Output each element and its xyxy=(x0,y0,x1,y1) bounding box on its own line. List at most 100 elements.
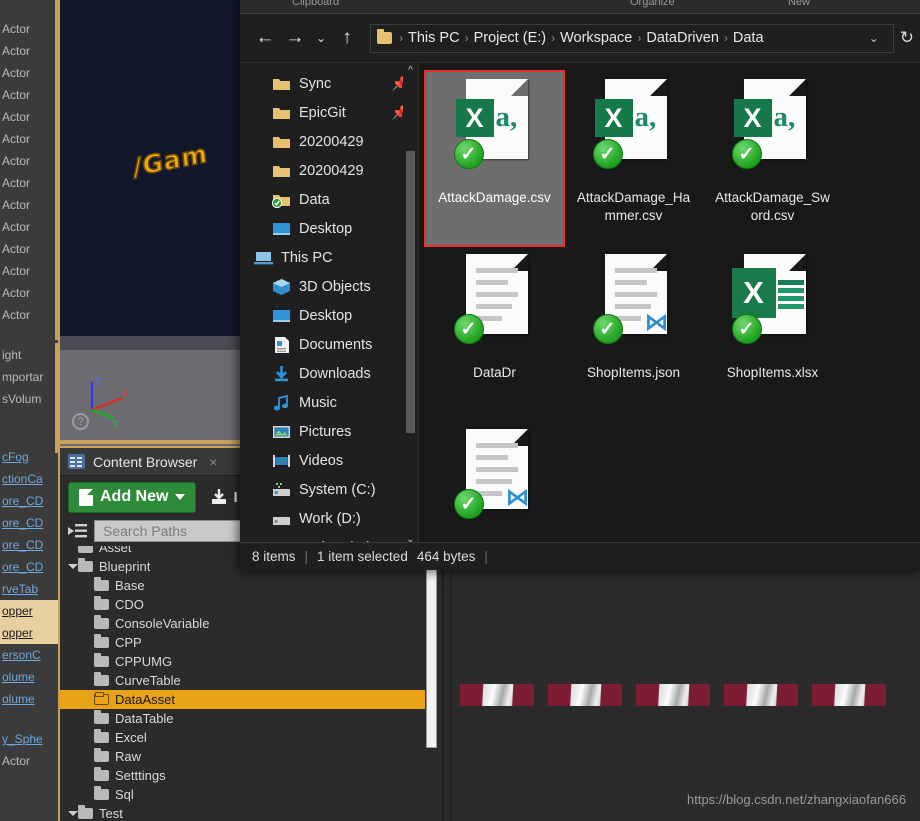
tree-item-sql[interactable]: Sql xyxy=(60,785,425,804)
outliner-row[interactable]: Actor xyxy=(0,172,58,194)
outliner-row[interactable]: y_Sphe xyxy=(0,728,58,750)
nav-pane-item-data[interactable]: Data xyxy=(240,185,418,214)
breadcrumb-item[interactable]: This PC xyxy=(404,30,464,46)
asset-grid[interactable]: DA_Bone DA_Cloth DA_Meat DA_Shop Global Set… xyxy=(460,684,886,706)
tree-item-setttings[interactable]: Setttings xyxy=(60,766,425,785)
expander-icon[interactable] xyxy=(68,564,78,569)
nav-pane-scrollbar-thumb[interactable] xyxy=(406,151,415,433)
nav-pane-item-pictures[interactable]: Pictures xyxy=(240,417,418,446)
outliner-row[interactable]: ore_CD xyxy=(0,490,58,512)
nav-pane-item-work-d[interactable]: Work (D:) xyxy=(240,504,418,533)
scroll-up-icon[interactable]: ^ xyxy=(403,65,418,82)
nav-pane-item-desktop[interactable]: Desktop xyxy=(240,301,418,330)
file-item[interactable]: Xa, ✓ AttackDamage_Sword.csv xyxy=(703,71,842,246)
breadcrumb-item[interactable]: Workspace xyxy=(556,30,636,46)
outliner-row[interactable]: opper xyxy=(0,622,58,644)
outliner-row[interactable]: rveTab xyxy=(0,578,58,600)
file-item[interactable]: X ✓ ShopItems.xlsx xyxy=(703,246,842,421)
tree-item-cppumg[interactable]: CPPUMG xyxy=(60,652,425,671)
breadcrumb[interactable]: › This PC › Project (E:) › Workspace › DataDriv… xyxy=(398,29,768,47)
outliner-row[interactable]: Actor xyxy=(0,128,58,150)
nav-pane-item-epicgit[interactable]: EpicGit 📌 xyxy=(240,98,418,127)
nav-pane-item-sync[interactable]: Sync 📌 xyxy=(240,69,418,98)
tree-item-base[interactable]: Base xyxy=(60,576,425,595)
add-new-button[interactable]: Add New xyxy=(68,481,197,513)
outliner-row[interactable]: cFog xyxy=(0,446,58,468)
outliner-row[interactable]: Actor xyxy=(0,84,58,106)
import-button[interactable]: I xyxy=(210,488,238,506)
nav-pane-item-desktop[interactable]: Desktop xyxy=(240,214,418,243)
asset-thumbnail[interactable] xyxy=(724,684,798,706)
close-icon[interactable]: × xyxy=(209,454,217,470)
tree-scrollbar-thumb[interactable] xyxy=(426,548,437,748)
nav-pane-item-20200429[interactable]: 20200429 xyxy=(240,156,418,185)
nav-pane-item-system-c[interactable]: System (C:) xyxy=(240,475,418,504)
tree-item-curvetable[interactable]: CurveTable xyxy=(60,671,425,690)
back-button[interactable]: ← xyxy=(250,23,280,53)
tree-scrollbar[interactable] xyxy=(424,548,438,763)
file-item[interactable]: ⋈✓StringData.txt xyxy=(425,421,564,553)
forward-button[interactable]: → xyxy=(280,23,310,53)
nav-pane-item-music[interactable]: Music xyxy=(240,388,418,417)
expander-icon[interactable] xyxy=(68,811,78,816)
nav-pane-item-videos[interactable]: Videos xyxy=(240,446,418,475)
outliner-row[interactable]: ore_CD xyxy=(0,512,58,534)
asset-thumbnail[interactable] xyxy=(460,684,534,706)
asset-item[interactable]: DA_Stone xyxy=(812,684,886,706)
level-viewport[interactable]: /Gam Z X Y ? xyxy=(58,0,248,446)
asset-thumbnail[interactable] xyxy=(812,684,886,706)
tree-item-datatable[interactable]: DataTable xyxy=(60,709,425,728)
asset-thumbnail[interactable] xyxy=(636,684,710,706)
outliner-row[interactable]: Actor xyxy=(0,62,58,84)
refresh-icon[interactable]: ↻ xyxy=(900,28,920,48)
tree-item-test[interactable]: Test xyxy=(60,804,425,821)
asset-thumbnail[interactable] xyxy=(548,684,622,706)
asset-path-tree[interactable]: Asset Blueprint Base CDO ConsoleVariable CPP C… xyxy=(60,546,425,821)
tree-item-raw[interactable]: Raw xyxy=(60,747,425,766)
outliner-row[interactable]: olume xyxy=(0,688,58,710)
address-bar[interactable]: › This PC › Project (E:) › Workspace › DataDriv… xyxy=(370,23,894,53)
panel-splitter[interactable] xyxy=(442,546,444,821)
asset-item[interactable]: DA_Shop Global Settings xyxy=(724,684,798,706)
asset-item[interactable]: DA_Cloth xyxy=(548,684,622,706)
breadcrumb-item[interactable]: DataDriven xyxy=(642,30,723,46)
outliner-row[interactable]: ight xyxy=(0,344,58,366)
outliner-row[interactable]: Actor xyxy=(0,150,58,172)
viewport-help-icon[interactable]: ? xyxy=(72,413,89,430)
chevron-down-icon[interactable]: ⌄ xyxy=(861,31,887,45)
nav-pane-item-documents[interactable]: Documents xyxy=(240,330,418,359)
navigation-pane[interactable]: Sync 📌 EpicGit 📌 20200429 20200429 Data Desktop… xyxy=(240,63,418,553)
outliner-row[interactable]: Actor xyxy=(0,304,58,326)
outliner-row[interactable]: Actor xyxy=(0,194,58,216)
outliner-row[interactable]: Actor xyxy=(0,282,58,304)
file-item[interactable]: ✓ DataDr xyxy=(425,246,564,421)
outliner-row[interactable]: sVolum xyxy=(0,388,58,410)
tree-item-cdo[interactable]: CDO xyxy=(60,595,425,614)
breadcrumb-item[interactable]: Project (E:) xyxy=(470,30,551,46)
nav-pane-item-20200429[interactable]: 20200429 xyxy=(240,127,418,156)
outliner-row[interactable]: Actor xyxy=(0,216,58,238)
file-item-selected[interactable]: Xa, ✓ AttackDamage.csv xyxy=(424,70,565,247)
outliner-row[interactable]: ersonC xyxy=(0,644,58,666)
outliner-row[interactable]: Actor xyxy=(0,18,58,40)
outliner-row[interactable]: Actor xyxy=(0,260,58,282)
outliner-row[interactable]: Actor xyxy=(0,750,58,772)
tree-item-dataasset[interactable]: DataAsset xyxy=(60,690,425,709)
outliner-row[interactable]: ctionCa xyxy=(0,468,58,490)
nav-pane-item-3d-objects[interactable]: 3D Objects xyxy=(240,272,418,301)
outliner-row[interactable]: ore_CD xyxy=(0,534,58,556)
outliner-row[interactable]: olume xyxy=(0,666,58,688)
asset-item[interactable]: DA_Meat xyxy=(636,684,710,706)
tree-item-excel[interactable]: Excel xyxy=(60,728,425,747)
outliner-row[interactable]: mportar xyxy=(0,366,58,388)
outliner-row[interactable]: Actor xyxy=(0,238,58,260)
filters-icon[interactable] xyxy=(68,523,88,539)
world-outliner[interactable]: Actor Actor Actor Actor Actor Actor Actor Actor… xyxy=(0,0,58,821)
file-item[interactable]: ⋈ ✓ ShopItems.json xyxy=(564,246,703,421)
asset-item[interactable]: DA_Bone xyxy=(460,684,534,706)
outliner-row[interactable]: opper xyxy=(0,600,58,622)
nav-pane-scrollbar[interactable]: ^ ⌄ xyxy=(403,63,418,553)
recent-locations-button[interactable]: ⌄ xyxy=(310,23,332,53)
nav-pane-item-downloads[interactable]: Downloads xyxy=(240,359,418,388)
tree-item-consolevariable[interactable]: ConsoleVariable xyxy=(60,614,425,633)
